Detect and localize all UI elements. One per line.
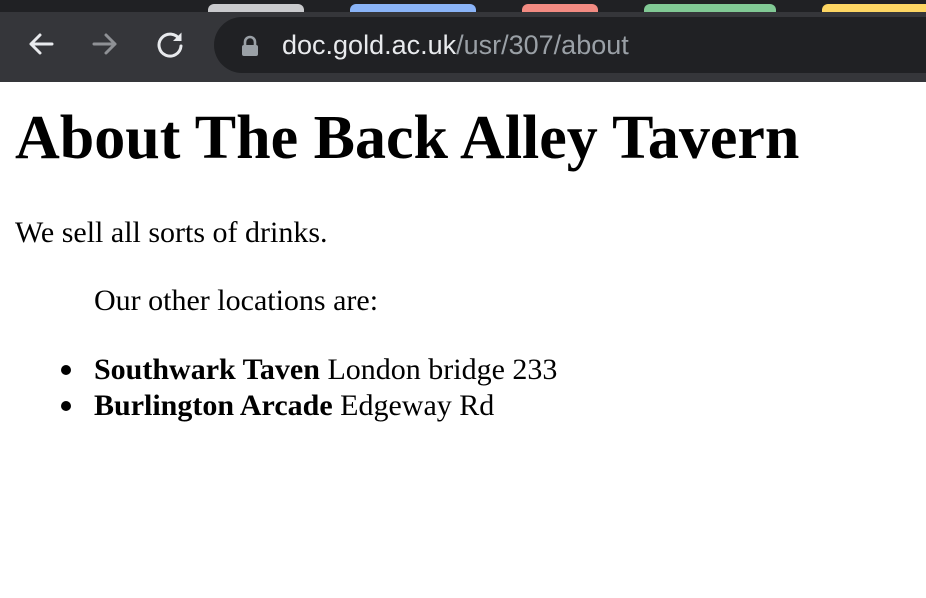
url-text[interactable]: doc.gold.ac.uk/usr/307/about <box>282 29 629 61</box>
reload-button[interactable] <box>152 26 188 62</box>
locations-list: Southwark Taven London bridge 233 Burlin… <box>61 352 558 424</box>
intro-text: We sell all sorts of drinks. <box>15 216 328 249</box>
forward-button[interactable] <box>87 26 123 62</box>
back-button[interactable] <box>23 26 59 62</box>
location-name: Southwark Taven <box>94 353 320 386</box>
location-item: Southwark Taven London bridge 233 <box>61 352 558 388</box>
lock-icon <box>242 35 258 56</box>
bullet <box>61 365 71 375</box>
address-bar[interactable]: doc.gold.ac.uk/usr/307/about <box>214 17 926 73</box>
url-path: /usr/307/about <box>456 30 629 60</box>
page-title: About The Back Alley Tavern <box>15 104 800 172</box>
tab-3[interactable] <box>522 4 598 12</box>
url-host: doc.gold.ac.uk <box>282 30 457 60</box>
location-name: Burlington Arcade <box>94 389 333 422</box>
location-address: London bridge 233 <box>327 353 558 386</box>
tab-4[interactable] <box>644 4 776 12</box>
tab-2[interactable] <box>350 4 476 12</box>
reload-icon <box>157 32 183 58</box>
tab-1[interactable] <box>208 4 304 12</box>
location-address: Edgeway Rd <box>340 389 495 422</box>
location-item: Burlington Arcade Edgeway Rd <box>61 388 557 424</box>
tab-strip <box>0 0 926 12</box>
arrow-right-icon <box>92 33 117 55</box>
browser-toolbar: doc.gold.ac.uk/usr/307/about <box>0 12 926 82</box>
bullet <box>61 401 71 411</box>
tab-5[interactable] <box>822 4 926 12</box>
arrow-left-icon <box>29 33 54 55</box>
locations-heading: Our other locations are: <box>94 284 379 317</box>
page-content: About The Back Alley Tavern We sell all … <box>15 84 926 598</box>
